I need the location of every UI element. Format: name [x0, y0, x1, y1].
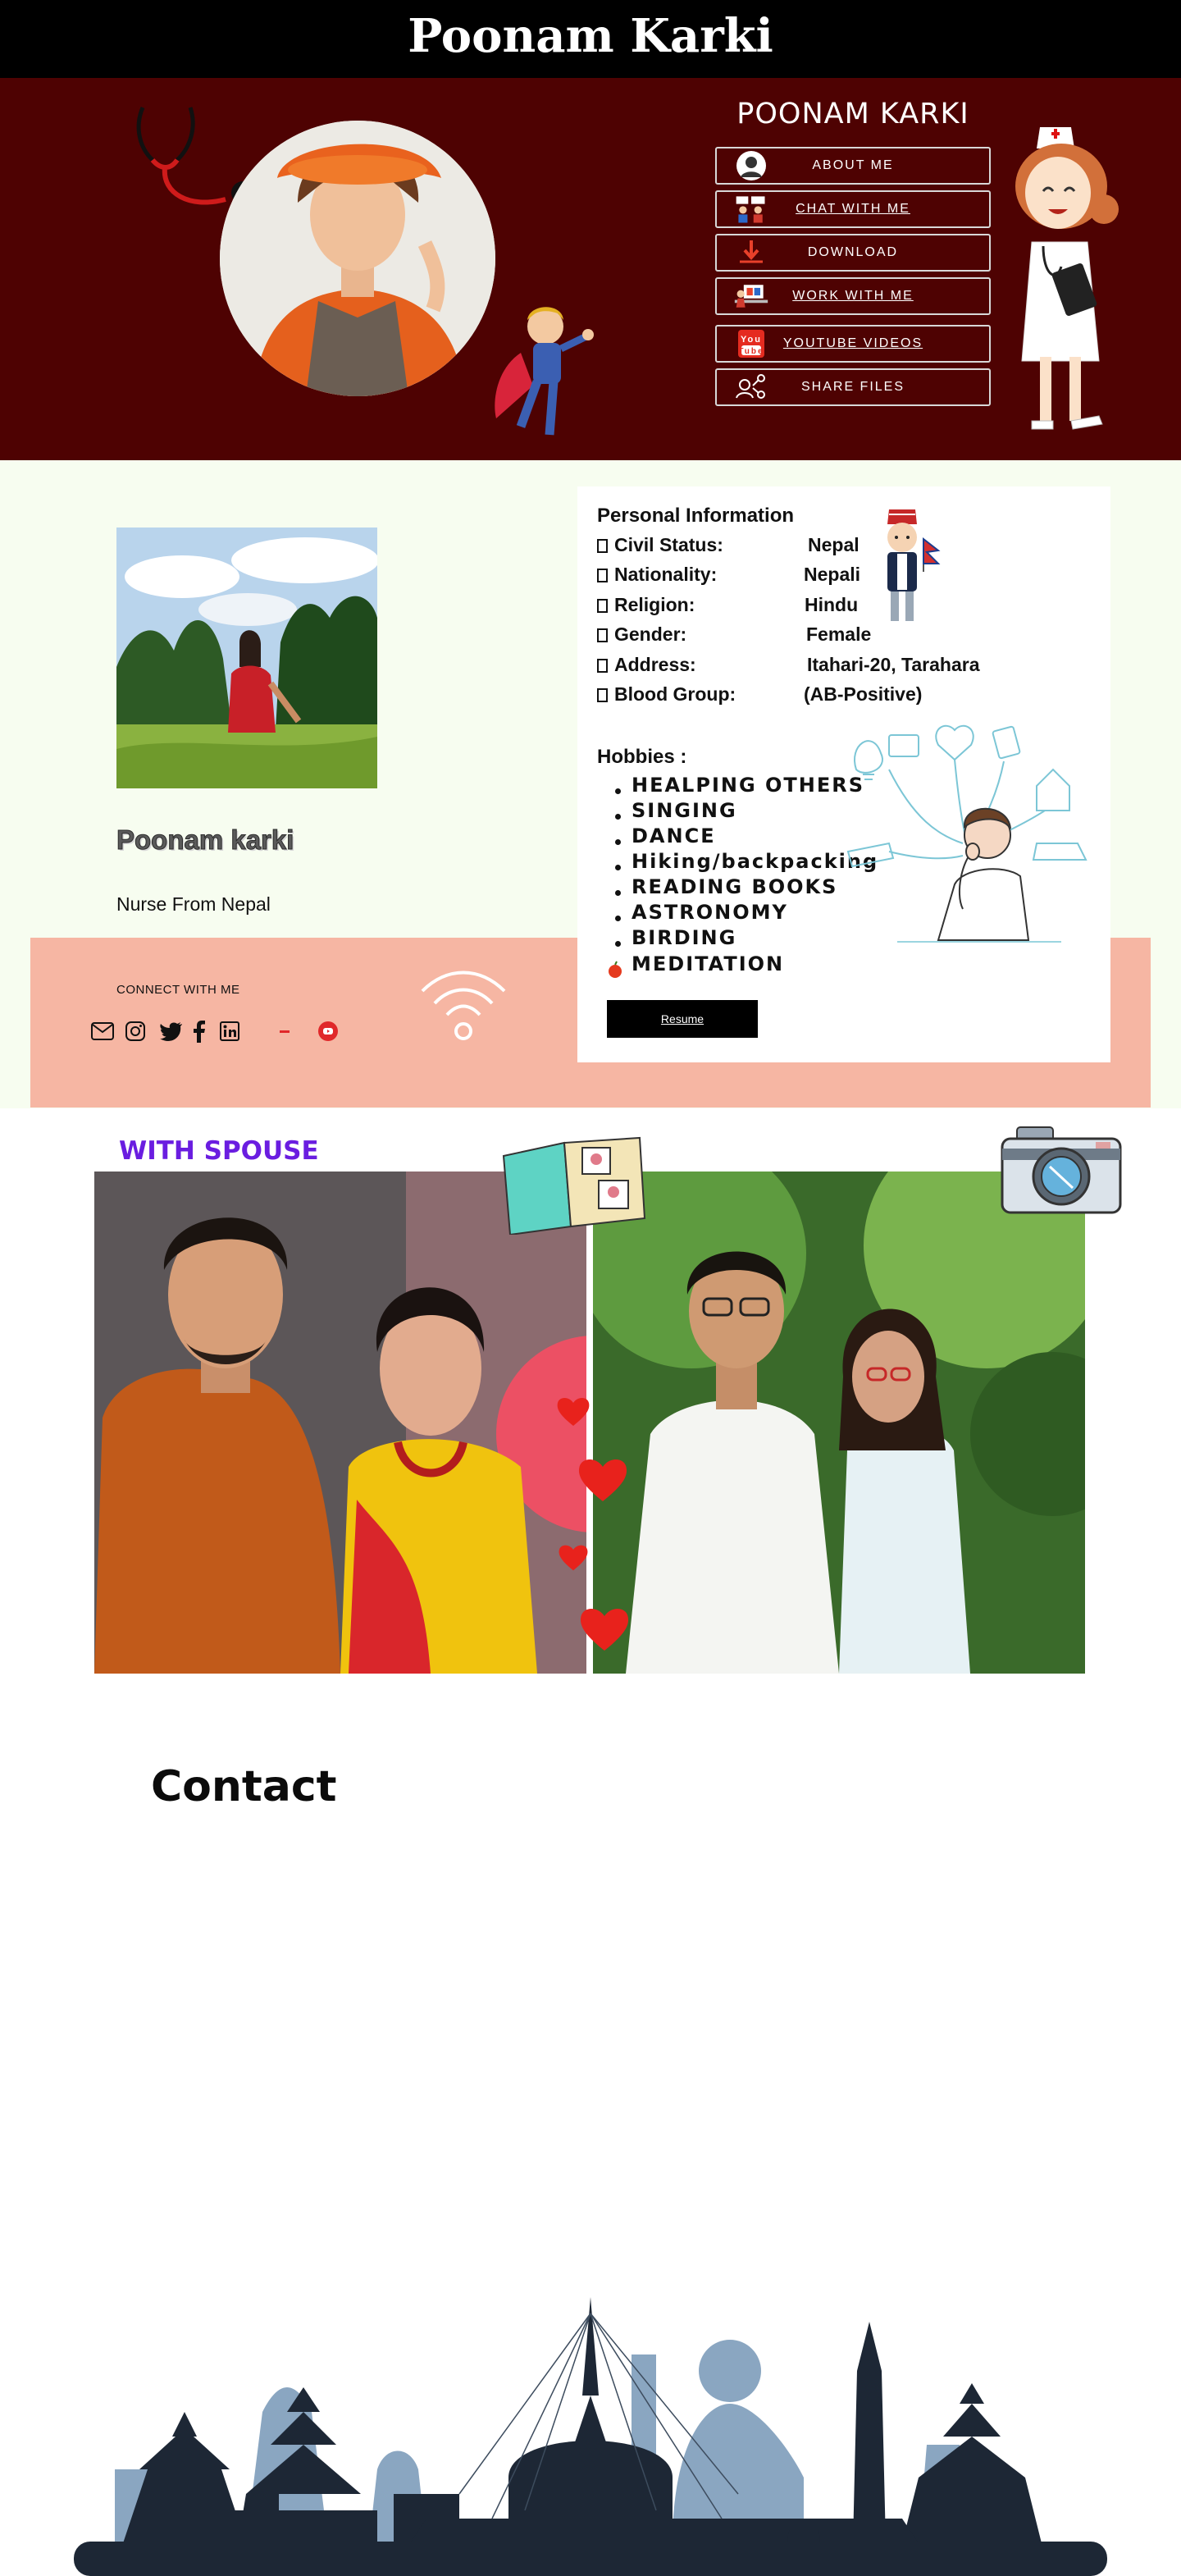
- work-icon: [733, 281, 769, 312]
- nepali-boy-cartoon: [887, 509, 941, 621]
- info-label-civil-status: Civil Status:: [597, 534, 723, 560]
- contact-title: Contact: [151, 1762, 337, 1811]
- info-label-nationality: Nationality:: [597, 564, 717, 590]
- camera-icon: [1001, 1126, 1122, 1214]
- minus-icon[interactable]: [272, 1019, 297, 1044]
- chat-people-icon: [733, 194, 769, 225]
- instagram-icon[interactable]: [123, 1019, 148, 1044]
- chat-with-me-label: CHAT WITH ME: [796, 202, 910, 216]
- download-label: DOWNLOAD: [807, 245, 899, 259]
- hobbies-title: Hobbies :: [597, 746, 687, 768]
- share-files-button[interactable]: SHARE FILES: [715, 368, 991, 406]
- hobby-bullet: [615, 788, 621, 794]
- info-value-nationality: Nepali: [804, 564, 861, 585]
- nurse-cartoon: [1015, 127, 1119, 430]
- heart-icon: [559, 1545, 588, 1571]
- work-with-me-label: WORK WITH ME: [792, 289, 914, 303]
- spouse-title: WITH SPOUSE: [119, 1136, 319, 1166]
- connect-label: CONNECT WITH ME: [116, 983, 240, 997]
- hero-name: POONAM KARKI: [736, 98, 969, 130]
- hobby-bullet: [615, 941, 621, 947]
- download-icon: [733, 237, 769, 268]
- hobby-bullet: [615, 890, 621, 896]
- hobby-item: HEALPING OTHERS: [632, 774, 865, 797]
- about-me-label: ABOUT ME: [812, 158, 894, 172]
- heart-icon: [580, 1609, 629, 1651]
- hobby-item: MEDITATION: [632, 952, 785, 975]
- site-title: Poonam Karki: [408, 9, 773, 63]
- kathmandu-skyline-illustration: [74, 2297, 1107, 2576]
- svg-text:Tube: Tube: [738, 347, 764, 356]
- hobby-bullet: [615, 814, 621, 820]
- spouse-photo-traditional: [94, 1172, 586, 1674]
- hobby-bullet: [615, 916, 621, 921]
- hobby-bullet: [615, 865, 621, 870]
- youtube-icon: You Tube: [733, 328, 769, 359]
- thinking-man-illustration: [846, 724, 1088, 943]
- share-icon: [733, 372, 769, 403]
- share-files-label: SHARE FILES: [800, 380, 905, 394]
- wifi-icon: [421, 971, 506, 1040]
- hero-profile-photo: [220, 121, 495, 396]
- chat-with-me-button[interactable]: CHAT WITH ME: [715, 190, 991, 228]
- mail-icon[interactable]: [90, 1019, 115, 1044]
- spouse-photo-casual: [593, 1172, 1085, 1674]
- heart-icon: [557, 1398, 590, 1426]
- user-avatar-icon: [733, 150, 769, 181]
- hobby-item: SINGING: [632, 799, 737, 822]
- hero-banner: POONAM KARKI ABOUT ME CHAT WITH ME DOWNL…: [0, 78, 1181, 460]
- hobby-item: ASTRONOMY: [632, 901, 788, 924]
- profile-photo: [116, 528, 377, 788]
- photo-album-icon: [502, 1136, 646, 1235]
- resume-button[interactable]: Resume: [607, 1000, 758, 1038]
- youtube-videos-label: YOUTUBE VIDEOS: [782, 336, 923, 350]
- apple-icon: [609, 961, 622, 978]
- hobby-item: BIRDING: [632, 926, 737, 949]
- profile-section: Poonam karki Nurse From Nepal CONNECT WI…: [0, 460, 1181, 1108]
- hobby-item: DANCE: [632, 824, 716, 847]
- svg-text:You: You: [741, 335, 762, 345]
- info-value-civil-status: Nepal: [808, 534, 860, 555]
- twitter-icon[interactable]: [159, 1019, 184, 1044]
- info-label-blood-group: Blood Group:: [597, 683, 736, 710]
- youtube-icon[interactable]: [316, 1019, 340, 1044]
- download-button[interactable]: DOWNLOAD: [715, 234, 991, 272]
- info-value-religion: Hindu: [805, 594, 859, 615]
- about-me-button[interactable]: ABOUT ME: [715, 147, 991, 185]
- hobby-item: READING BOOKS: [632, 875, 838, 898]
- info-value-gender: Female: [806, 623, 872, 645]
- personal-info-title: Personal Information: [597, 505, 795, 527]
- superhero-nurse-cartoon: [495, 307, 594, 436]
- hobby-bullet: [615, 839, 621, 845]
- personal-info-card: Personal Information Civil Status: Nepal…: [577, 486, 1110, 1062]
- facebook-icon[interactable]: [187, 1019, 212, 1044]
- youtube-videos-button[interactable]: You Tube YOUTUBE VIDEOS: [715, 325, 991, 363]
- info-value-address: Itahari-20, Tarahara: [807, 654, 980, 675]
- info-label-religion: Religion:: [597, 594, 695, 620]
- info-label-address: Address:: [597, 654, 696, 680]
- linkedin-icon[interactable]: [217, 1019, 242, 1044]
- profile-subtitle: Nurse From Nepal: [116, 893, 271, 915]
- work-with-me-button[interactable]: WORK WITH ME: [715, 277, 991, 315]
- info-label-gender: Gender:: [597, 623, 686, 650]
- profile-name: Poonam karki: [116, 824, 294, 856]
- heart-icon: [578, 1459, 627, 1501]
- info-value-blood-group: (AB-Positive): [804, 683, 923, 705]
